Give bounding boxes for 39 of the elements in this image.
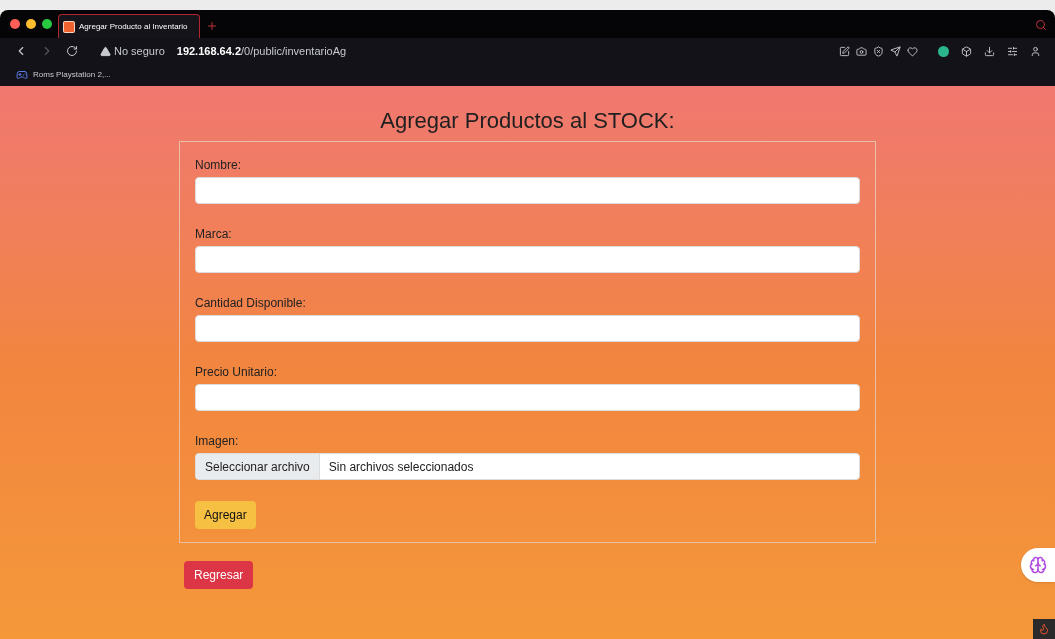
warning-icon — [100, 45, 111, 57]
edit-icon[interactable] — [839, 45, 850, 57]
cube-icon[interactable] — [961, 45, 972, 57]
field-label: Nombre: — [195, 157, 242, 174]
reload-icon[interactable] — [66, 45, 78, 57]
address-bar[interactable]: 192.168.64.2/0/public/inventarioAg — [176, 42, 347, 60]
download-icon[interactable] — [984, 45, 995, 57]
input-field[interactable] — [195, 315, 860, 342]
assistant-button[interactable] — [1021, 548, 1055, 582]
minimize-window-icon[interactable] — [26, 19, 36, 29]
close-window-icon[interactable] — [10, 19, 20, 29]
field-label: Precio Unitario: — [195, 364, 279, 381]
flame-icon — [1038, 623, 1050, 635]
brain-icon — [1029, 556, 1047, 574]
heart-icon[interactable] — [907, 45, 918, 57]
add-button[interactable]: Agregar — [195, 501, 256, 529]
browser-tab[interactable]: Agregar Producto al Inventario — [58, 14, 200, 38]
gamepad-icon — [16, 69, 28, 81]
shield-icon[interactable] — [873, 45, 884, 57]
user-icon[interactable] — [1030, 45, 1041, 57]
settings-icon[interactable] — [1007, 45, 1018, 57]
input-field[interactable] — [195, 246, 860, 273]
input-field[interactable] — [195, 177, 860, 204]
security-status[interactable]: No seguro — [114, 42, 165, 60]
back-button[interactable]: Regresar — [184, 561, 254, 589]
page-heading: Agregar Productos al STOCK: — [380, 107, 675, 135]
extension-icon[interactable] — [938, 45, 949, 57]
field-label: Cantidad Disponible: — [195, 295, 307, 312]
search-icon[interactable] — [1035, 19, 1047, 31]
field-label: Imagen: — [195, 433, 240, 450]
app-logo-icon — [63, 20, 75, 33]
bookmark[interactable]: Roms Playstation 2,... — [16, 69, 111, 81]
file-input[interactable]: Seleccionar archivo Sin archivos seleccionados — [195, 453, 860, 480]
camera-icon[interactable] — [856, 45, 867, 57]
send-icon[interactable] — [890, 45, 901, 57]
field-label: Marca: — [195, 226, 233, 243]
maximize-window-icon[interactable] — [42, 19, 52, 29]
debug-toolbar-button[interactable] — [1033, 619, 1055, 639]
input-field[interactable] — [195, 384, 860, 411]
